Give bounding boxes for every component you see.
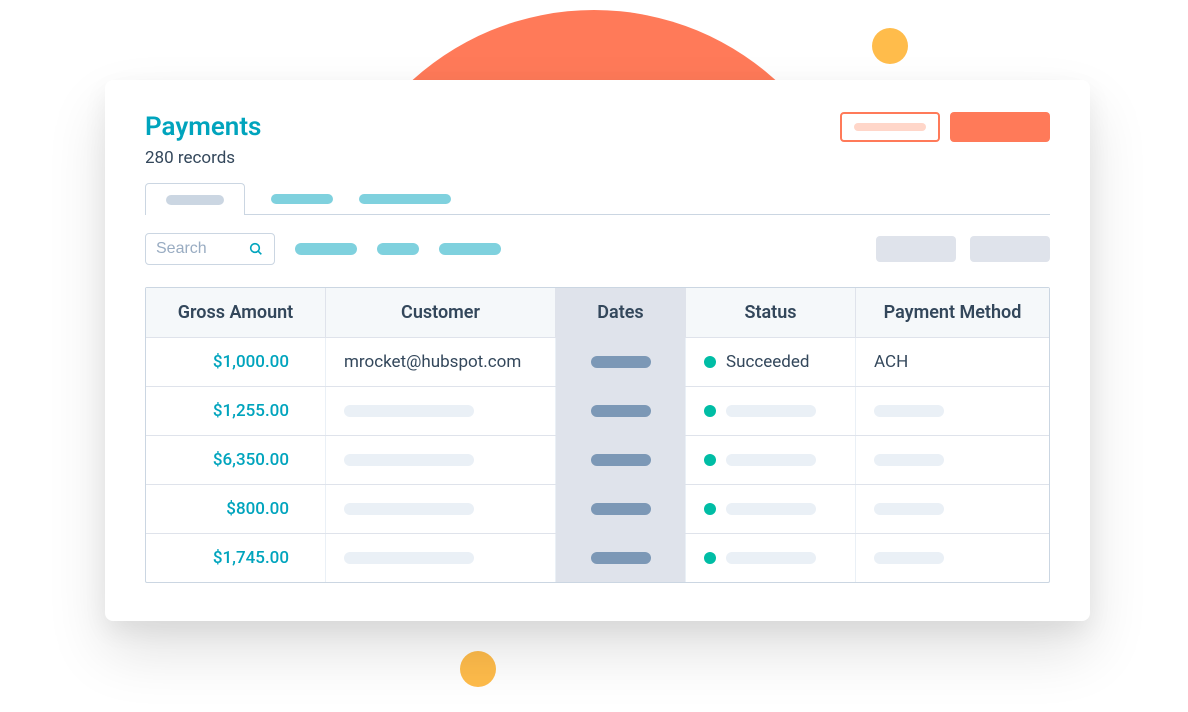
status-label: Succeeded xyxy=(726,352,809,372)
cell-customer xyxy=(326,534,556,582)
tab-active[interactable] xyxy=(145,183,245,215)
cell-date xyxy=(556,485,686,533)
search-box[interactable] xyxy=(145,233,275,265)
toolbar-button[interactable] xyxy=(876,236,956,262)
status-dot-icon xyxy=(704,356,716,368)
page-title: Payments xyxy=(145,112,261,142)
placeholder xyxy=(874,454,944,466)
cell-amount: $1,255.00 xyxy=(146,387,326,435)
payments-panel: Payments 280 records xyxy=(105,80,1090,621)
table-row[interactable]: $1,000.00 mrocket@hubspot.com Succeeded … xyxy=(146,337,1049,386)
tab-item[interactable] xyxy=(359,194,451,204)
cell-amount: $1,000.00 xyxy=(146,338,326,386)
status-dot-icon xyxy=(704,552,716,564)
placeholder xyxy=(344,552,474,564)
table-row[interactable]: $1,745.00 xyxy=(146,533,1049,582)
placeholder xyxy=(874,405,944,417)
tab-label-placeholder xyxy=(166,195,224,205)
decorative-dot xyxy=(460,651,496,687)
payments-table: Gross Amount Customer Dates Status Payme… xyxy=(145,287,1050,583)
col-customer[interactable]: Customer xyxy=(326,288,556,337)
status-dot-icon xyxy=(704,503,716,515)
cell-method xyxy=(856,485,1049,533)
col-status[interactable]: Status xyxy=(686,288,856,337)
placeholder xyxy=(344,405,474,417)
placeholder xyxy=(874,503,944,515)
decorative-dot xyxy=(872,28,908,64)
placeholder xyxy=(726,405,816,417)
placeholder xyxy=(344,454,474,466)
secondary-action-button[interactable] xyxy=(840,112,940,142)
cell-method xyxy=(856,534,1049,582)
cell-method xyxy=(856,387,1049,435)
date-placeholder xyxy=(591,356,651,368)
cell-method xyxy=(856,436,1049,484)
primary-action-button[interactable] xyxy=(950,112,1050,142)
cell-date xyxy=(556,387,686,435)
table-row[interactable]: $6,350.00 xyxy=(146,435,1049,484)
col-payment-method[interactable]: Payment Method xyxy=(856,288,1049,337)
placeholder xyxy=(344,503,474,515)
cell-status: Succeeded xyxy=(686,338,856,386)
cell-method: ACH xyxy=(856,338,1049,386)
placeholder xyxy=(726,503,816,515)
date-placeholder xyxy=(591,552,651,564)
cell-status xyxy=(686,387,856,435)
cell-amount: $1,745.00 xyxy=(146,534,326,582)
filter-chip[interactable] xyxy=(377,243,419,255)
cell-customer xyxy=(326,436,556,484)
col-dates[interactable]: Dates xyxy=(556,288,686,337)
record-count: 280 records xyxy=(145,148,261,168)
status-dot-icon xyxy=(704,454,716,466)
cell-amount: $800.00 xyxy=(146,485,326,533)
filter-chip[interactable] xyxy=(295,243,357,255)
cell-status xyxy=(686,534,856,582)
cell-date xyxy=(556,436,686,484)
toolbar-button[interactable] xyxy=(970,236,1050,262)
cell-status xyxy=(686,485,856,533)
placeholder xyxy=(726,454,816,466)
col-gross-amount[interactable]: Gross Amount xyxy=(146,288,326,337)
search-icon xyxy=(248,241,264,257)
status-dot-icon xyxy=(704,405,716,417)
date-placeholder xyxy=(591,503,651,515)
cell-customer: mrocket@hubspot.com xyxy=(326,338,556,386)
table-row[interactable]: $1,255.00 xyxy=(146,386,1049,435)
cell-customer xyxy=(326,485,556,533)
filter-chip[interactable] xyxy=(439,243,501,255)
date-placeholder xyxy=(591,454,651,466)
cell-customer xyxy=(326,387,556,435)
cell-amount: $6,350.00 xyxy=(146,436,326,484)
placeholder xyxy=(726,552,816,564)
cell-status xyxy=(686,436,856,484)
tab-item[interactable] xyxy=(271,194,333,204)
tabs xyxy=(145,182,1050,215)
cell-date xyxy=(556,534,686,582)
cell-date xyxy=(556,338,686,386)
table-row[interactable]: $800.00 xyxy=(146,484,1049,533)
date-placeholder xyxy=(591,405,651,417)
search-input[interactable] xyxy=(156,240,240,258)
placeholder xyxy=(874,552,944,564)
